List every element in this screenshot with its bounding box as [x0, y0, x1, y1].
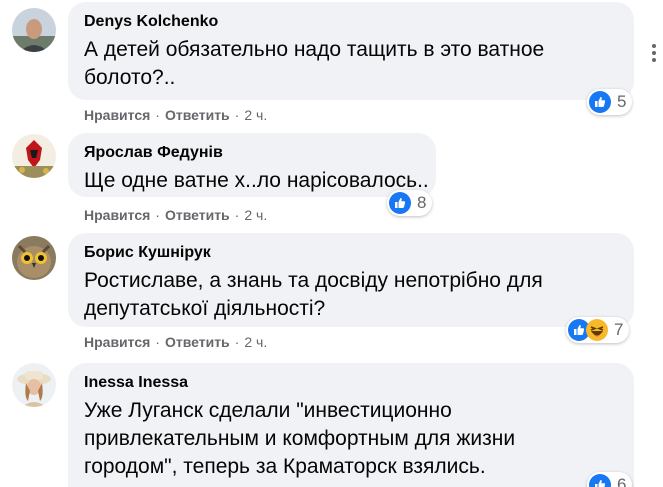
comment-text: А детей обязательно надо тащить в это ва…	[84, 38, 545, 89]
comment-author[interactable]: Inessa Inessa	[84, 373, 618, 393]
like-reaction-icon	[589, 91, 611, 113]
reactions-summary[interactable]: 7	[566, 317, 630, 343]
reply-button[interactable]: Ответить	[165, 107, 230, 123]
separator: ·	[155, 207, 160, 223]
comment-timestamp[interactable]: 2 ч.	[244, 334, 267, 350]
comment-text: Ще одне ватне х..ло нарісовалось..	[84, 169, 429, 192]
comment-actions: Нравится · Ответить · 2 ч.	[84, 333, 267, 351]
avatar[interactable]	[12, 363, 56, 407]
separator: ·	[155, 334, 160, 350]
separator: ·	[234, 334, 240, 350]
comment-actions: Нравится · Ответить · 2 ч.	[84, 206, 267, 224]
separator: ·	[234, 107, 240, 123]
comment-author[interactable]: Ярослав Федунів	[84, 143, 420, 163]
reply-button[interactable]: Ответить	[165, 334, 230, 350]
comment-timestamp[interactable]: 2 ч.	[244, 107, 267, 123]
like-button[interactable]: Нравится	[84, 207, 150, 223]
reaction-count: 8	[417, 193, 427, 212]
reactions-summary[interactable]: 8	[387, 190, 433, 216]
like-reaction-icon	[389, 192, 411, 214]
comment-bubble: Ярослав Федунів Ще одне ватне х..ло нарі…	[68, 133, 436, 197]
comment-bubble: Борис Кушнірук Ростиславе, а знань та до…	[68, 233, 634, 327]
avatar[interactable]	[12, 8, 56, 52]
avatar[interactable]	[12, 236, 56, 280]
like-button[interactable]: Нравится	[84, 334, 150, 350]
reaction-count: 6	[617, 475, 627, 487]
reactions-summary[interactable]: 6	[587, 472, 633, 487]
comment-author[interactable]: Борис Кушнірук	[84, 243, 618, 263]
haha-reaction-icon	[586, 319, 608, 341]
avatar-image	[12, 134, 56, 178]
avatar-image	[12, 236, 56, 280]
comment-text: Уже Луганск сделали "инвестиционно привл…	[84, 399, 516, 478]
reaction-count: 5	[617, 92, 627, 111]
like-reaction-icon	[589, 474, 611, 487]
reactions-summary[interactable]: 5	[587, 89, 633, 115]
reply-button[interactable]: Ответить	[165, 207, 230, 223]
avatar-image	[12, 8, 56, 52]
more-options-icon[interactable]	[645, 38, 663, 68]
comment-bubble: Denys Kolchenko А детей обязательно надо…	[68, 2, 634, 100]
comment-actions: Нравится · Ответить · 2 ч.	[84, 106, 267, 124]
comment-bubble: Inessa Inessa Уже Луганск сделали "инвес…	[68, 363, 634, 487]
reaction-count: 7	[614, 320, 624, 339]
separator: ·	[234, 207, 240, 223]
separator: ·	[155, 107, 160, 123]
comment-timestamp[interactable]: 2 ч.	[244, 207, 267, 223]
comment-author[interactable]: Denys Kolchenko	[84, 12, 618, 32]
comment-text: Ростиславе, а знань та досвіду непотрібн…	[84, 269, 543, 320]
avatar-image	[12, 363, 56, 407]
avatar[interactable]	[12, 134, 56, 178]
like-button[interactable]: Нравится	[84, 107, 150, 123]
